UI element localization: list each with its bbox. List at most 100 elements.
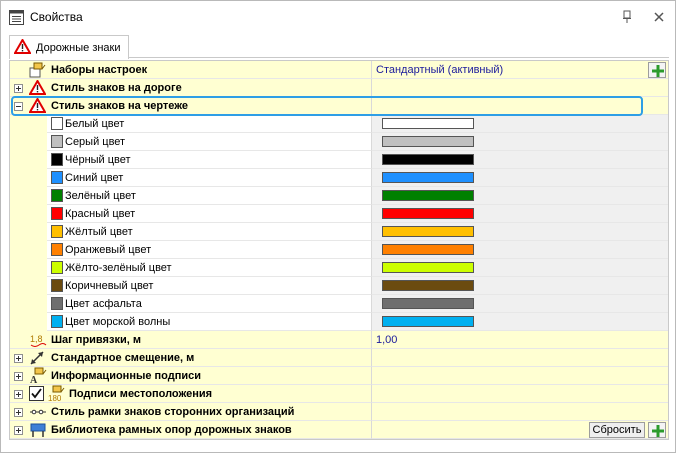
- expand-frame-library[interactable]: [14, 426, 23, 435]
- collapse-drawing-sign-style[interactable]: [14, 102, 23, 111]
- frame-support-icon: [30, 423, 46, 437]
- color-label: Белый цвет: [65, 118, 125, 130]
- color-value-swatch[interactable]: [382, 208, 474, 219]
- row-color-yellow[interactable]: Жёлтый цвет: [10, 223, 668, 241]
- road-sign-warning-icon: [29, 80, 46, 95]
- color-swatch: [51, 279, 63, 292]
- row-color-sea-wave[interactable]: Цвет морской волны: [10, 313, 668, 331]
- color-label: Жёлто-зелёный цвет: [65, 262, 172, 274]
- color-swatch: [51, 297, 63, 310]
- properties-icon: [9, 10, 24, 25]
- road-sign-warning-icon: [14, 39, 31, 54]
- row-color-blue[interactable]: Синий цвет: [10, 169, 668, 187]
- row-color-black[interactable]: Чёрный цвет: [10, 151, 668, 169]
- color-label: Оранжевый цвет: [65, 244, 152, 256]
- expand-info-captions[interactable]: [14, 372, 23, 381]
- row-location-captions: 180 Подписи местоположения: [10, 385, 668, 403]
- location-captions-label: Подписи местоположения: [69, 388, 213, 400]
- settings-sets-label: Наборы настроек: [51, 64, 148, 76]
- color-swatch: [51, 315, 63, 328]
- add-settings-set-button[interactable]: [648, 62, 666, 78]
- close-icon[interactable]: [651, 9, 667, 25]
- color-value-swatch[interactable]: [382, 244, 474, 255]
- settings-sets-value-cell[interactable]: Стандартный (активный): [372, 61, 668, 79]
- row-color-gray[interactable]: Серый цвет: [10, 133, 668, 151]
- row-frame-library: Библиотека рамных опор дорожных знаков С…: [10, 421, 668, 439]
- color-swatch: [51, 171, 63, 184]
- row-info-captions: A Информационные подписи: [10, 367, 668, 385]
- row-color-green[interactable]: Зелёный цвет: [10, 187, 668, 205]
- color-swatch: [51, 117, 63, 130]
- color-label: Чёрный цвет: [65, 154, 131, 166]
- row-color-red[interactable]: Красный цвет: [10, 205, 668, 223]
- row-drawing-sign-style: Стиль знаков на чертеже: [10, 97, 668, 115]
- expand-location-captions[interactable]: [14, 390, 23, 399]
- road-sign-warning-icon: [29, 98, 46, 113]
- reset-button[interactable]: Сбросить: [589, 422, 645, 438]
- window-title: Свойства: [30, 10, 83, 24]
- tab-bar: Дорожные знаки: [9, 35, 669, 59]
- color-label: Жёлтый цвет: [65, 226, 133, 238]
- snap-step-label: Шаг привязки, м: [51, 334, 141, 346]
- color-label: Зелёный цвет: [65, 190, 136, 202]
- row-color-white[interactable]: Белый цвет: [10, 115, 668, 133]
- info-captions-label: Информационные подписи: [51, 370, 202, 382]
- color-swatch: [51, 261, 63, 274]
- svg-text:A: A: [30, 375, 38, 384]
- drawing-sign-style-label: Стиль знаков на чертеже: [51, 100, 189, 112]
- color-value-swatch[interactable]: [382, 190, 474, 201]
- settings-sets-value[interactable]: Стандартный (активный): [376, 64, 503, 76]
- settings-set-icon: [29, 62, 46, 78]
- snap-step-value[interactable]: 1,00: [376, 334, 397, 346]
- color-value-swatch[interactable]: [382, 136, 474, 147]
- location-caption-icon: 180: [48, 385, 65, 402]
- color-label: Цвет морской волны: [65, 316, 171, 328]
- color-swatch: [51, 153, 63, 166]
- row-road-sign-style: Стиль знаков на дороге: [10, 79, 668, 97]
- color-label: Синий цвет: [65, 172, 124, 184]
- third-party-frame-label: Стиль рамки знаков сторонних организаций: [51, 406, 295, 418]
- row-color-orange[interactable]: Оранжевый цвет: [10, 241, 668, 259]
- property-grid: Наборы настроек Стандартный (активный) С…: [9, 60, 669, 440]
- tab-label: Дорожные знаки: [36, 42, 121, 54]
- row-color-brown[interactable]: Коричневый цвет: [10, 277, 668, 295]
- color-label: Цвет асфальта: [65, 298, 142, 310]
- expand-third-party-frame[interactable]: [14, 408, 23, 417]
- expand-road-sign-style[interactable]: [14, 84, 23, 93]
- row-snap-step: 1,8 Шаг привязки, м 1,00: [10, 331, 668, 349]
- pin-icon[interactable]: [619, 9, 635, 25]
- color-value-swatch[interactable]: [382, 226, 474, 237]
- color-value-swatch[interactable]: [382, 316, 474, 327]
- row-color-asphalt[interactable]: Цвет асфальта: [10, 295, 668, 313]
- color-swatch: [51, 225, 63, 238]
- color-value-swatch[interactable]: [382, 298, 474, 309]
- row-third-party-frame: Стиль рамки знаков сторонних организаций: [10, 403, 668, 421]
- color-label: Серый цвет: [65, 136, 126, 148]
- frame-library-label: Библиотека рамных опор дорожных знаков: [51, 424, 292, 436]
- offset-icon: [30, 351, 44, 365]
- road-sign-style-label: Стиль знаков на дороге: [51, 82, 182, 94]
- expand-standard-offset[interactable]: [14, 354, 23, 363]
- color-value-swatch[interactable]: [382, 262, 474, 273]
- add-icon: [652, 65, 664, 77]
- info-caption-icon: A: [30, 367, 47, 384]
- color-swatch: [51, 189, 63, 202]
- row-settings-sets: Наборы настроек Стандартный (активный): [10, 61, 668, 79]
- color-value-swatch[interactable]: [382, 172, 474, 183]
- standard-offset-label: Стандартное смещение, м: [51, 352, 195, 364]
- row-color-yellow-green[interactable]: Жёлто-зелёный цвет: [10, 259, 668, 277]
- color-value-swatch[interactable]: [382, 154, 474, 165]
- color-value-swatch[interactable]: [382, 118, 474, 129]
- checkbox-checked-icon[interactable]: [29, 386, 44, 401]
- svg-text:180: 180: [48, 394, 62, 402]
- add-frame-library-button[interactable]: [648, 422, 666, 438]
- svg-text:1,8: 1,8: [30, 334, 43, 344]
- color-value-swatch[interactable]: [382, 280, 474, 291]
- title-bar: Свойства: [1, 1, 675, 33]
- snap-step-value-cell[interactable]: 1,00: [372, 331, 668, 349]
- color-swatch: [51, 135, 63, 148]
- color-swatch: [51, 243, 63, 256]
- properties-window: Свойства Дорожные знаки Наборы настроек …: [0, 0, 676, 453]
- tab-road-signs[interactable]: Дорожные знаки: [9, 35, 129, 59]
- color-label: Красный цвет: [65, 208, 136, 220]
